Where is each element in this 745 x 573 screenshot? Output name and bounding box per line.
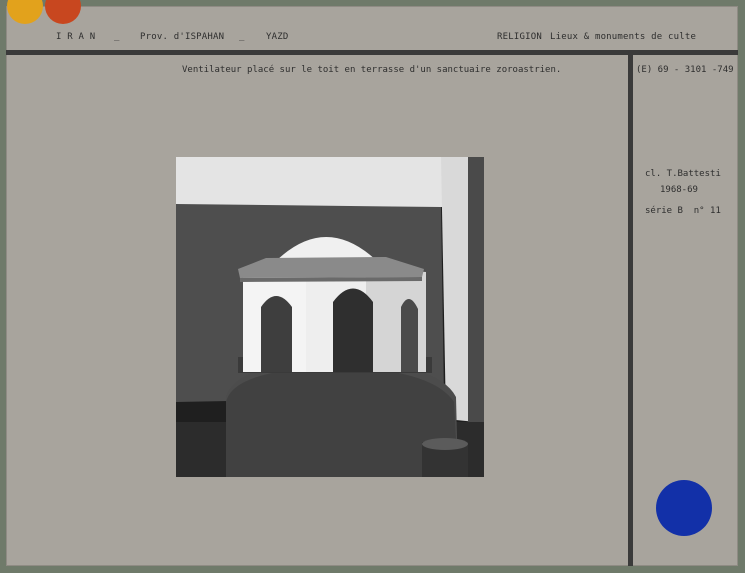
photo-year: 1968-69: [660, 185, 698, 195]
margin-divider: [628, 55, 633, 566]
header-category: RELIGION: [497, 32, 542, 42]
series-number: série B n° 11: [645, 206, 721, 216]
header-country: I R A N: [56, 32, 96, 42]
photographer-credit: cl. T.Battesti: [645, 169, 721, 179]
blue-sticker: [656, 480, 712, 536]
header-city: YAZD: [266, 32, 289, 42]
header-subcategory: Lieux & monuments de culte: [550, 32, 697, 42]
photo-caption: Ventilateur placé sur le toit en terrass…: [182, 65, 562, 75]
header-province: Prov. d'ISPAHAN: [140, 32, 225, 42]
photograph-image: [176, 157, 484, 477]
header-separator-1: _: [114, 32, 120, 42]
header-separator-2: _: [239, 32, 245, 42]
photograph: [176, 157, 484, 477]
reference-number: (E) 69 - 3101 -749: [636, 65, 734, 75]
